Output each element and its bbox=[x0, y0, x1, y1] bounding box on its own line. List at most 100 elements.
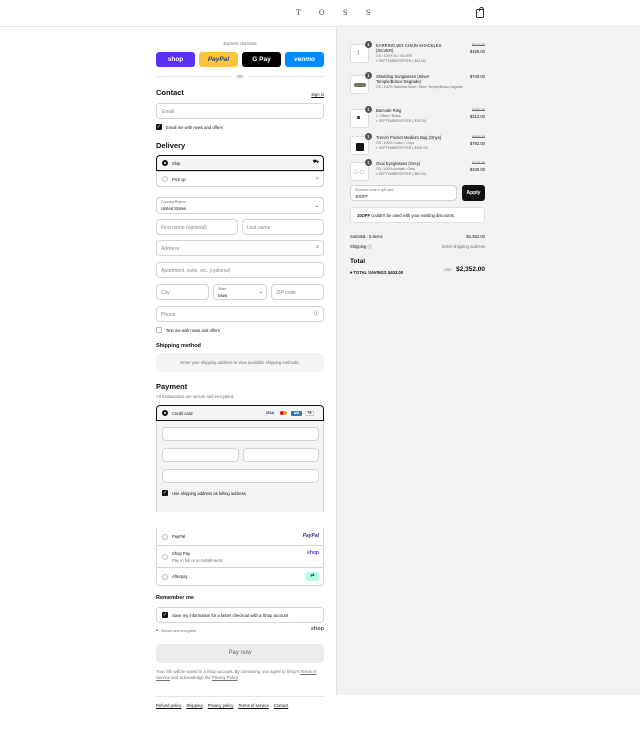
apply-button[interactable]: Apply bbox=[462, 185, 485, 201]
paypal-logo: PayPal bbox=[302, 533, 319, 539]
quantity-badge: 1 bbox=[365, 41, 372, 48]
zip-placeholder: ZIP code bbox=[276, 290, 296, 296]
afterpay-option[interactable]: Afterpay ⇄ bbox=[156, 568, 324, 586]
afterpay-radio[interactable] bbox=[162, 574, 168, 580]
discount-value: 10OFF bbox=[355, 194, 369, 199]
item-price: $740.00 bbox=[469, 74, 485, 79]
email-field[interactable]: Email bbox=[156, 103, 324, 119]
contact-heading: Contact bbox=[156, 88, 184, 97]
item-discount: ⌖ SEPTEMBEROFFER (-$42.00) bbox=[376, 59, 426, 63]
paypal-button[interactable]: PayPal bbox=[199, 52, 238, 67]
quantity-badge: 1 bbox=[365, 72, 372, 79]
text-news-checkbox[interactable] bbox=[156, 327, 162, 333]
item-price: $168.00 bbox=[469, 49, 485, 54]
address-field[interactable]: Address ⌕ bbox=[156, 240, 324, 256]
discount-label: Discount code or gift card bbox=[355, 188, 394, 192]
shipping-notice-text: Enter your shipping address to view avai… bbox=[180, 360, 300, 365]
ship-radio[interactable] bbox=[162, 160, 168, 166]
billing-same-label: Use shipping address as billing address bbox=[172, 491, 246, 496]
shipping-value: Enter shipping address bbox=[442, 244, 485, 249]
item-variant: OS / 100% Cotton / Onyx bbox=[376, 141, 415, 145]
help-icon[interactable]: ⓘ bbox=[314, 310, 319, 317]
phone-field[interactable]: Phone ⓘ bbox=[156, 306, 324, 322]
refund-policy-link[interactable]: Refund policy bbox=[156, 703, 181, 708]
last-name-placeholder: Last name bbox=[247, 225, 271, 231]
shop-pay-button[interactable]: shop bbox=[156, 52, 195, 67]
privacy-policy-link[interactable]: Privacy policy bbox=[208, 703, 234, 708]
shop-logo: shop bbox=[307, 550, 319, 556]
divider bbox=[248, 76, 324, 77]
google-pay-button[interactable]: G Pay bbox=[242, 52, 281, 67]
sign-in-link[interactable]: Sign in bbox=[311, 92, 324, 97]
shop-pay-subtitle: Pay in full or in installments bbox=[172, 558, 223, 563]
legal-text: Your info will be saved to a Shop accoun… bbox=[156, 669, 324, 681]
terms-of-service-link[interactable]: Terms of service bbox=[238, 703, 268, 708]
pay-now-button[interactable]: Pay now bbox=[156, 644, 324, 663]
paypal-radio[interactable] bbox=[162, 534, 168, 540]
state-select[interactable]: State Iowa ⌄ bbox=[213, 284, 267, 300]
top-header: T O S S bbox=[0, 0, 640, 27]
contact-link[interactable]: Contact bbox=[274, 703, 288, 708]
total-amount: $2,352.00 bbox=[456, 266, 485, 273]
city-placeholder: City bbox=[161, 290, 170, 296]
quantity-badge: 1 bbox=[365, 133, 372, 140]
item-name: Oval Eyeglasses (Grey) bbox=[376, 161, 421, 166]
pickup-radio[interactable] bbox=[162, 176, 168, 182]
item-variant: L / Silver / Brass bbox=[376, 114, 401, 118]
apartment-field[interactable]: Apartment, suite, etc. (optional) bbox=[156, 262, 324, 278]
shop-pay-radio[interactable] bbox=[162, 554, 168, 560]
security-code-field[interactable] bbox=[243, 448, 319, 462]
shop-pay-option[interactable]: Shop Pay Pay in full or in installments … bbox=[156, 546, 324, 568]
store-logo[interactable]: T O S S bbox=[296, 9, 379, 17]
venmo-button[interactable]: venmo bbox=[285, 52, 324, 67]
name-on-card-field[interactable] bbox=[162, 469, 319, 483]
truck-icon: ⛟ bbox=[312, 159, 319, 165]
afterpay-label: Afterpay bbox=[172, 574, 188, 579]
pickup-option[interactable]: Pick up ⌂ bbox=[156, 171, 324, 187]
shipping-policy-link[interactable]: Shipping bbox=[186, 703, 202, 708]
last-name-field[interactable]: Last name bbox=[242, 219, 324, 235]
item-old-price: $210.00 bbox=[472, 43, 485, 47]
amex-icon: AM bbox=[291, 411, 302, 416]
country-select[interactable]: Country/Region United States ⌄ bbox=[156, 197, 324, 214]
total-savings: ⌖ TOTAL SAVINGS $403.00 bbox=[350, 270, 404, 275]
ship-option[interactable]: Ship ⛟ bbox=[156, 155, 324, 171]
privacy-link[interactable]: Privacy Policy bbox=[212, 675, 238, 680]
credit-card-option[interactable]: Credit card VISA AM +5 bbox=[156, 405, 324, 421]
state-value: Iowa bbox=[218, 293, 227, 298]
search-icon: ⌕ bbox=[316, 244, 319, 250]
zip-field[interactable]: ZIP code bbox=[271, 284, 324, 300]
country-value: United States bbox=[161, 206, 187, 211]
item-variant: OS / 100% Acetate / Grey bbox=[376, 167, 415, 171]
country-label: Country/Region bbox=[161, 200, 186, 204]
visa-icon: VISA bbox=[265, 411, 275, 415]
item-old-price: $425.00 bbox=[472, 161, 485, 165]
expiration-field[interactable] bbox=[162, 448, 239, 462]
remember-me-heading: Remember me bbox=[156, 595, 194, 601]
first-name-placeholder: First name (optional) bbox=[161, 225, 207, 231]
email-news-checkbox[interactable]: ✓ bbox=[156, 124, 162, 130]
afterpay-icon: ⇄ bbox=[306, 572, 319, 581]
paypal-label: PayPal bbox=[172, 534, 186, 539]
first-name-field[interactable]: First name (optional) bbox=[156, 219, 238, 235]
billing-same-checkbox[interactable]: ✓ bbox=[162, 490, 168, 496]
payment-heading: Payment bbox=[156, 382, 188, 391]
credit-card-radio[interactable] bbox=[162, 410, 168, 416]
item-price: $312.00 bbox=[469, 114, 485, 119]
city-field[interactable]: City bbox=[156, 284, 209, 300]
item-discount: ⌖ SEPTEMBEROFFER (-$78.00) bbox=[376, 119, 426, 123]
apartment-placeholder: Apartment, suite, etc. (optional) bbox=[161, 268, 231, 274]
discount-code-input[interactable]: Discount code or gift card 10OFF bbox=[350, 185, 457, 201]
save-info-checkbox[interactable]: ✓ bbox=[162, 612, 168, 618]
subtotal-value: $2,352.00 bbox=[466, 234, 485, 239]
shopping-bag-icon[interactable] bbox=[476, 7, 484, 18]
card-fields-panel: ✓ Use shipping address as billing addres… bbox=[156, 421, 324, 512]
currency-code: USD bbox=[444, 268, 452, 272]
shipping-method-notice: Enter your shipping address to view avai… bbox=[156, 353, 324, 372]
legal-end: . bbox=[237, 675, 239, 680]
payment-subtitle: All transactions are secure and encrypte… bbox=[156, 394, 235, 399]
secure-text: Secure and encrypted bbox=[161, 629, 197, 633]
card-number-field[interactable] bbox=[162, 427, 319, 441]
paypal-option[interactable]: PayPal PayPal bbox=[156, 528, 324, 546]
shop-logo: shop bbox=[310, 626, 324, 632]
